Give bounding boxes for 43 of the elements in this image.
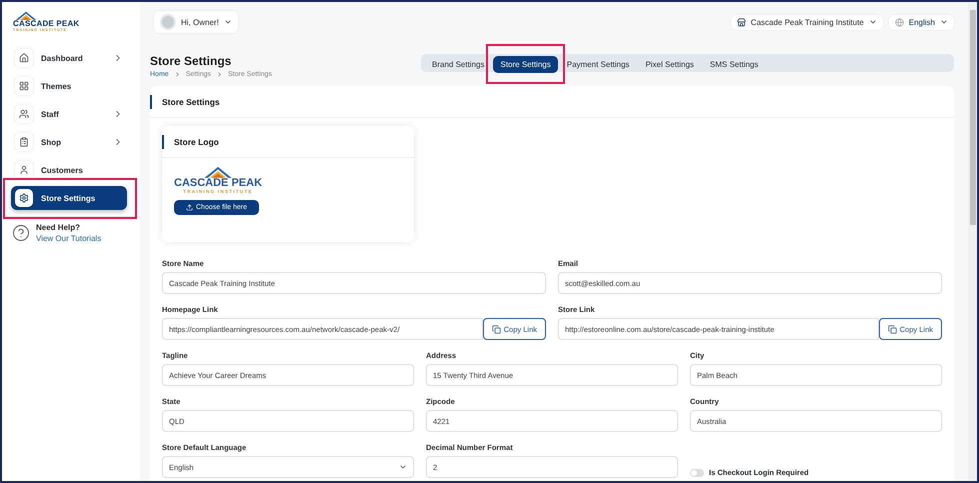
caret-icon xyxy=(224,18,232,26)
upload-icon xyxy=(186,204,193,211)
tab[interactable]: Brand Settings xyxy=(425,56,492,72)
home-icon xyxy=(19,53,29,63)
tab[interactable]: Store Settings xyxy=(493,56,558,72)
caret-icon xyxy=(940,18,948,26)
gear-icon xyxy=(19,193,29,203)
logo-name: CASCADE PEAK xyxy=(174,178,262,189)
page-title: Store Settings xyxy=(150,54,232,68)
copy-icon xyxy=(492,324,501,334)
user-menu[interactable]: Hi, Owner! xyxy=(154,11,238,33)
caret-icon xyxy=(868,18,877,26)
avatar-icon xyxy=(160,14,176,30)
toggle-switch[interactable] xyxy=(690,468,704,476)
tab[interactable]: SMS Settings xyxy=(702,56,766,72)
chevron-icon xyxy=(174,71,181,78)
sidebar-item[interactable]: Shop xyxy=(11,130,127,154)
logo-icon xyxy=(13,11,39,20)
globe-icon xyxy=(894,18,904,26)
tab[interactable]: Pixel Settings xyxy=(638,56,701,72)
store-icon xyxy=(736,18,746,26)
users-icon xyxy=(19,109,29,119)
help-title: Need Help? xyxy=(36,223,82,232)
tab[interactable]: Payment Settings xyxy=(560,56,636,72)
store-picker[interactable]: Cascade Peak Training Institute xyxy=(730,14,883,30)
caret-icon xyxy=(399,463,407,471)
card-title: Store Logo xyxy=(174,136,219,146)
sidebar-item[interactable]: Themes xyxy=(11,74,127,98)
chevron-icon xyxy=(216,71,223,78)
sidebar-item[interactable]: Store Settings xyxy=(11,186,127,210)
scrollbar[interactable] xyxy=(970,10,976,225)
sidebar-item[interactable]: Customers xyxy=(11,158,127,182)
brand-name: CASCADE PEAK xyxy=(13,20,80,28)
copy-icon xyxy=(888,324,897,334)
grid-icon xyxy=(19,81,29,91)
user-icon xyxy=(19,165,29,175)
tutorials-link[interactable]: View Our Tutorials xyxy=(36,234,102,243)
help-icon xyxy=(12,224,30,242)
language-picker[interactable]: English xyxy=(888,14,954,30)
card-title: Store Settings xyxy=(162,96,220,106)
sidebar-item[interactable]: Dashboard xyxy=(11,46,127,70)
sidebar-item[interactable]: Staff xyxy=(11,102,127,126)
clipboard-icon xyxy=(19,137,29,147)
